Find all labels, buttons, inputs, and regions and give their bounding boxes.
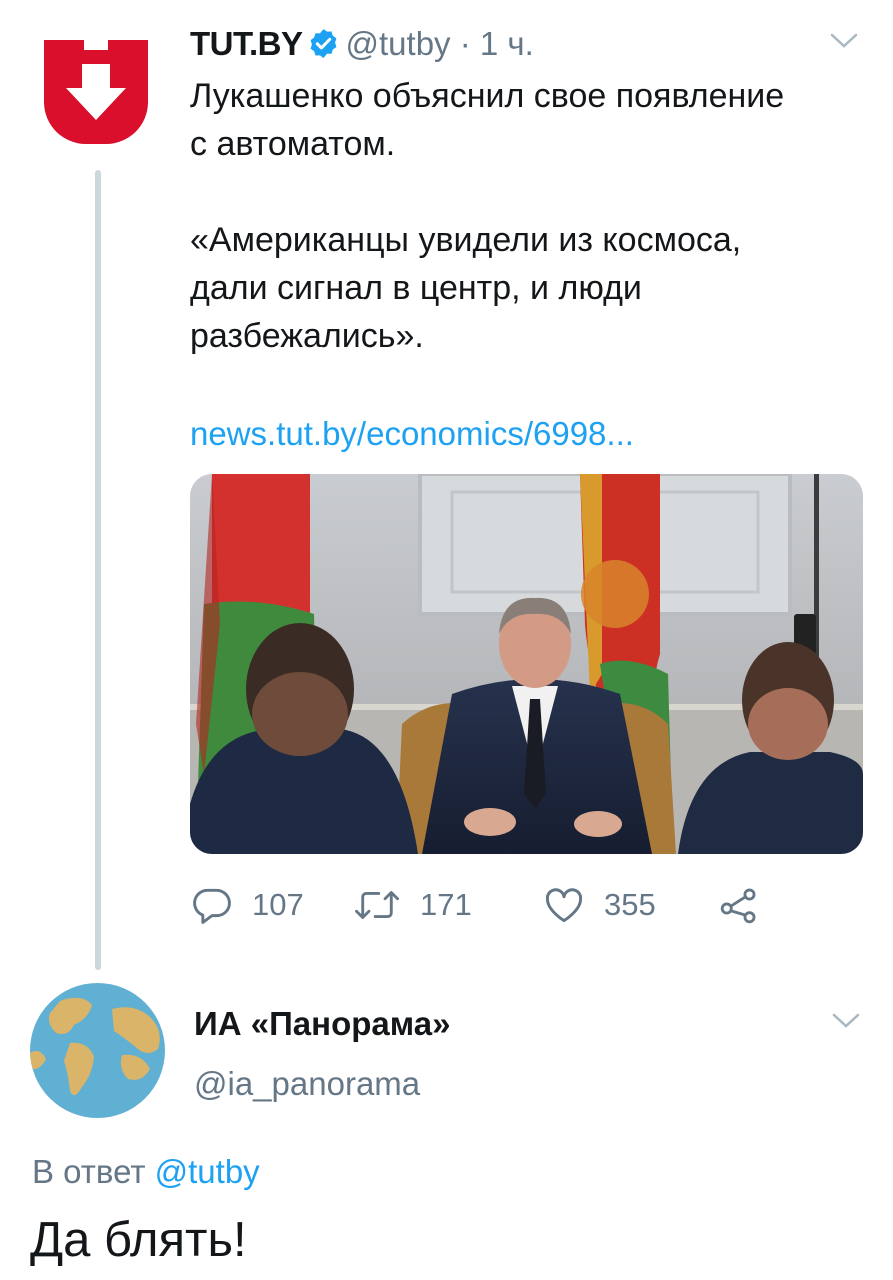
retweet-count: 171 (420, 887, 472, 922)
tweet-menu-chevron-down-icon[interactable] (830, 32, 858, 50)
reply-text: Да блять! (30, 1213, 247, 1267)
reply-bubble-icon (193, 888, 231, 924)
tutby-avatar[interactable] (44, 40, 148, 144)
panorama-avatar[interactable] (30, 983, 165, 1118)
heart-icon (545, 888, 583, 923)
share-icon (720, 888, 756, 924)
like-action[interactable]: 355 (542, 880, 656, 930)
retweet-action[interactable]: 171 (352, 880, 472, 930)
reply-action[interactable]: 107 (190, 880, 304, 930)
reply-author-handle[interactable]: @ia_panorama (194, 1062, 420, 1106)
reply-menu-chevron-down-icon[interactable] (832, 1012, 860, 1030)
globe-icon (30, 983, 165, 1118)
verified-badge-icon (307, 27, 340, 60)
reply-to-prefix: В ответ (32, 1153, 146, 1190)
tweet-time[interactable]: 1 ч. (480, 25, 534, 62)
reply-count: 107 (252, 887, 304, 922)
tutby-logo-icon (44, 40, 148, 144)
header-separator: · (459, 25, 471, 62)
author-handle[interactable]: @tutby (346, 25, 451, 62)
reply-author-name[interactable]: ИА «Панорама» (194, 1002, 450, 1046)
tweet-paragraph-1: Лукашенко объяснил свое появление с авто… (190, 77, 785, 163)
retweet-icon (355, 891, 399, 919)
tweet-photo[interactable] (190, 474, 863, 854)
share-action[interactable] (718, 880, 778, 930)
interview-photo-image (190, 474, 863, 854)
tweet-text: Лукашенко объяснил свое появление с авто… (190, 72, 870, 360)
author-name[interactable]: TUT.BY (190, 25, 303, 62)
tweet-header: TUT.BY @tutby · 1 ч. (190, 22, 534, 66)
reply-context: В ответ @tutby (32, 1150, 260, 1194)
tweet-link[interactable]: news.tut.by/economics/6998... (190, 412, 634, 456)
like-count: 355 (604, 887, 656, 922)
thread-connector-line (95, 170, 101, 970)
tweet-paragraph-2: «Американцы увидели из космоса, дали сиг… (190, 221, 742, 355)
reply-to-mention[interactable]: @tutby (155, 1153, 260, 1190)
tweet-action-bar: 107 171 355 (190, 880, 790, 930)
